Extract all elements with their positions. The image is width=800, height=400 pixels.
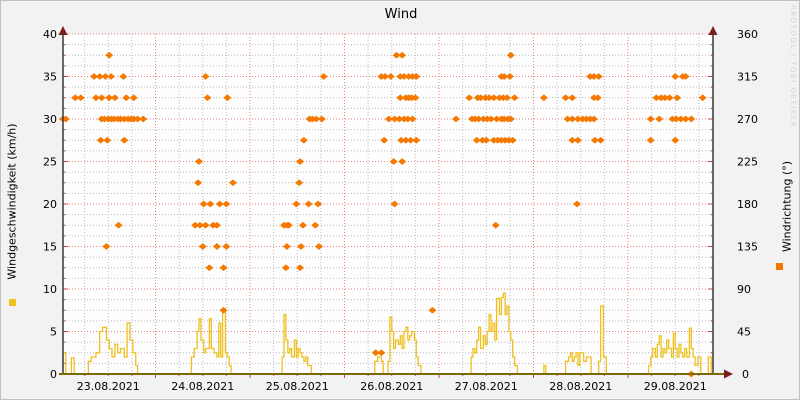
y-left-tick-label: 25 xyxy=(43,156,57,169)
x-date-tick-label: 26.08.2021 xyxy=(360,380,423,393)
y-right-tick-label: 90 xyxy=(737,283,751,296)
x-date-tick-label: 23.08.2021 xyxy=(77,380,140,393)
y-left-tick-label: 40 xyxy=(43,28,57,41)
y-axis-right-arrow xyxy=(708,26,718,35)
x-date-tick-label: 27.08.2021 xyxy=(455,380,518,393)
y-right-tick-label: 225 xyxy=(737,156,758,169)
x-date-tick-label: 24.08.2021 xyxy=(171,380,234,393)
y-right-tick-label: 180 xyxy=(737,198,758,211)
x-date-tick-label: 25.08.2021 xyxy=(266,380,329,393)
wind-chart: 0 5 10 15 20 25 30 35 40 0 45 90 135 180 225 270 315 360 2… xyxy=(43,26,758,393)
y-right-tick-label: 0 xyxy=(742,368,749,381)
wind-direction-legend-swatch xyxy=(776,263,783,270)
y-left-tick-label: 0 xyxy=(50,368,57,381)
y-right-tick-label: 135 xyxy=(737,241,758,254)
rrdtool-wind-graph: 0 5 10 15 20 25 30 35 40 0 45 90 135 180 225 270 315 360 2… xyxy=(0,0,800,400)
x-date-tick-label: 28.08.2021 xyxy=(549,380,612,393)
rrdtool-watermark: RRDTOOL / TOBI OETIKER xyxy=(789,5,797,129)
y-left-tick-label: 10 xyxy=(43,283,57,296)
y-left-tick-label: 35 xyxy=(43,71,57,84)
y-right-tick-label: 270 xyxy=(737,113,758,126)
y-right-tick-label: 45 xyxy=(737,326,751,339)
y-axis-left-label: Windgeschwindigkeit (km/h) xyxy=(5,123,19,280)
y-left-tick-label: 5 xyxy=(50,326,57,339)
y-right-tick-label: 360 xyxy=(737,28,758,41)
y-axis-left-arrow xyxy=(58,26,68,35)
x-date-tick-label: 29.08.2021 xyxy=(644,380,707,393)
y-axis-right-label: Windrichtung (°) xyxy=(780,160,794,253)
chart-title: Wind xyxy=(384,7,418,22)
y-left-tick-label: 20 xyxy=(43,198,57,211)
wind-speed-legend-swatch xyxy=(9,299,16,306)
y-right-tick-label: 315 xyxy=(737,71,758,84)
x-axis-arrow xyxy=(724,369,733,379)
y-left-tick-label: 15 xyxy=(43,241,57,254)
y-left-tick-label: 30 xyxy=(43,113,57,126)
